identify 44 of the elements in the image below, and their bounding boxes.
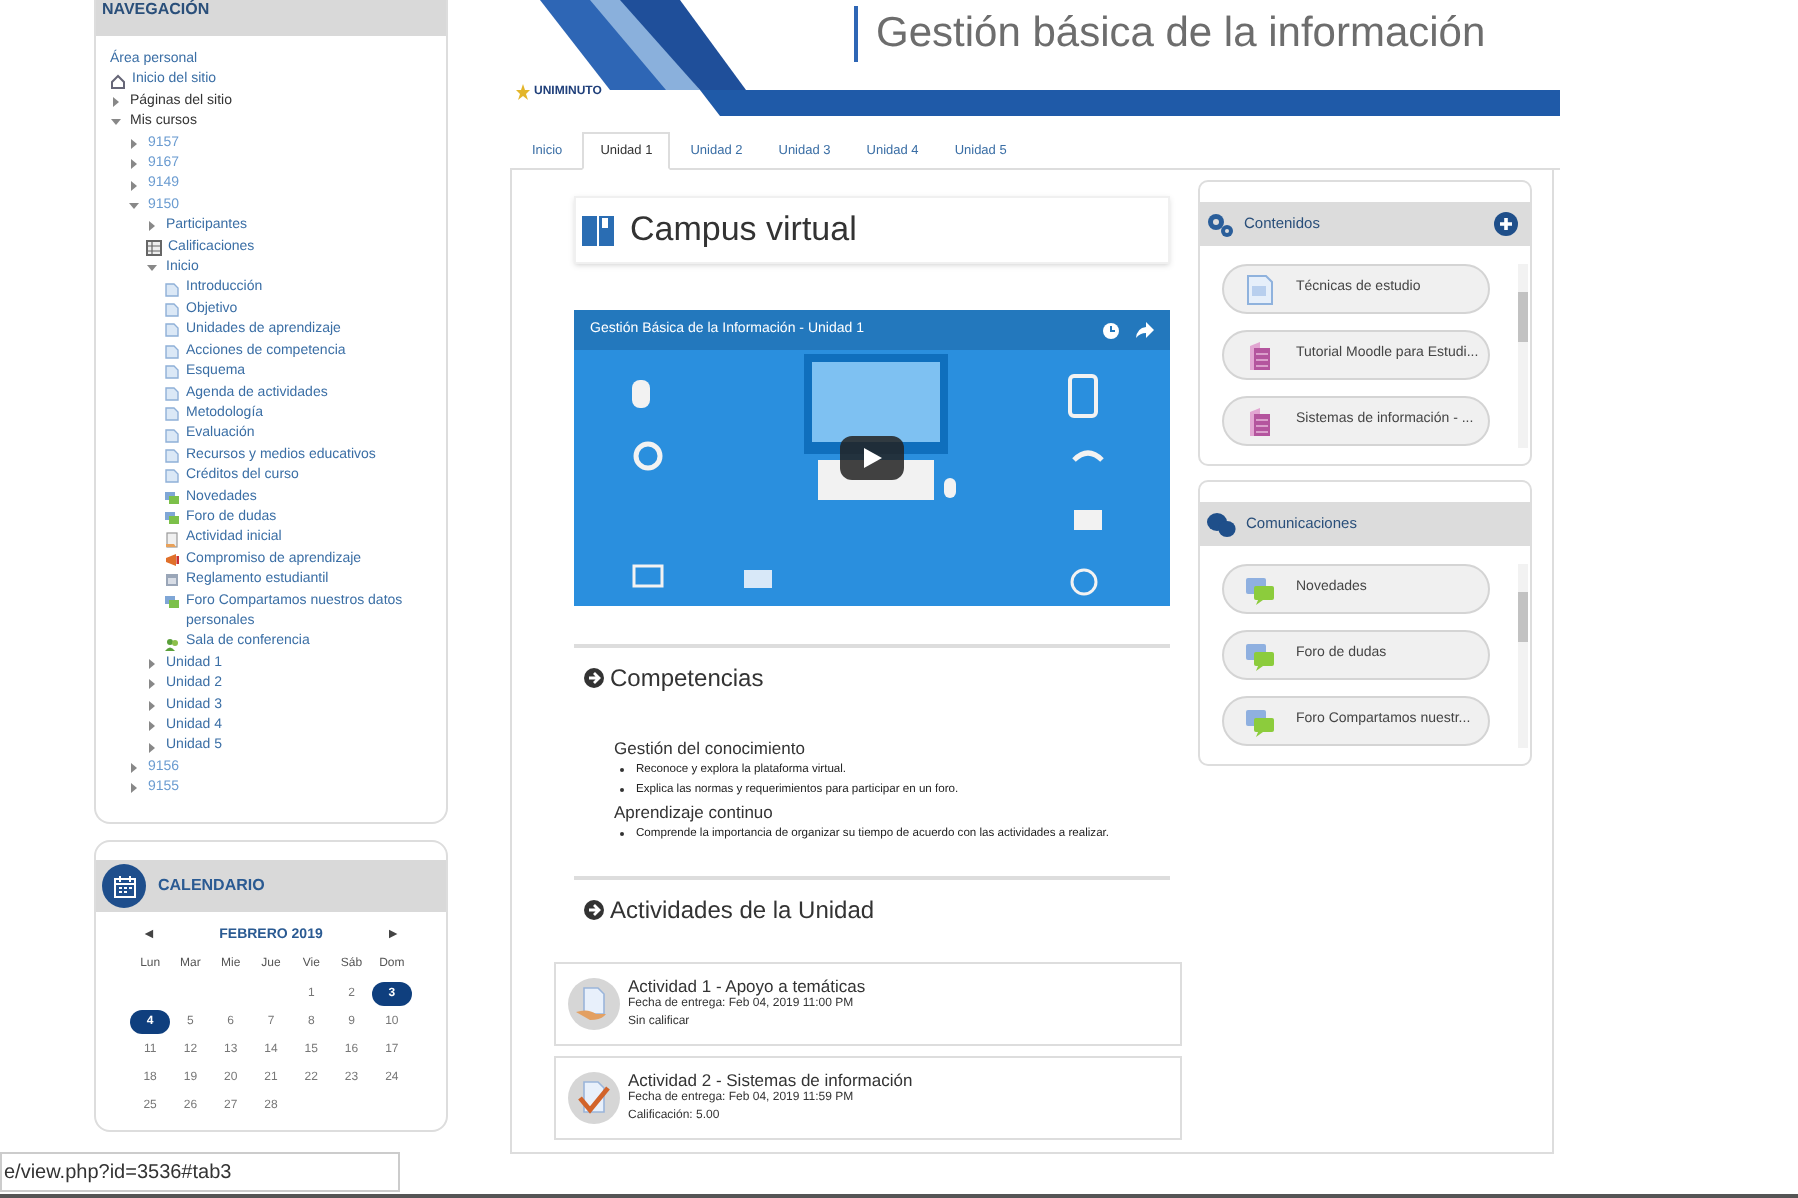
book-icon <box>582 215 614 245</box>
scrollbar[interactable] <box>1518 564 1528 748</box>
logo-icon <box>516 84 530 100</box>
checked-document-icon <box>568 1072 620 1124</box>
block-title: CALENDARIO <box>158 874 265 898</box>
document-hand-icon <box>568 978 620 1030</box>
gears-icon <box>1206 211 1234 237</box>
competency-title: Gestión del conocimiento <box>614 736 807 760</box>
speech-bubbles-icon <box>1206 511 1236 537</box>
section-heading: Actividades de la Unidad <box>610 894 875 928</box>
table-icon <box>146 239 162 256</box>
activity-title[interactable]: Actividad 2 - Sistemas de información <box>628 1070 913 1090</box>
arrow-circle-icon <box>584 900 604 920</box>
chat-icon <box>1244 573 1276 605</box>
document-icon <box>164 531 180 548</box>
section-heading: Competencias <box>610 662 764 696</box>
caret-down-icon[interactable] <box>128 200 140 213</box>
caret-right-icon[interactable] <box>110 96 122 108</box>
play-button-icon[interactable] <box>840 436 904 480</box>
caret-down-icon[interactable] <box>146 262 158 275</box>
activity-title[interactable]: Actividad 1 - Apoyo a temáticas <box>628 976 866 996</box>
caret-right-icon[interactable] <box>146 220 158 233</box>
status-url: e/view.php?id=3536#tab3 <box>4 1159 232 1187</box>
document-icon <box>1244 405 1276 437</box>
chat-icon <box>1244 639 1276 671</box>
document-icon <box>1244 339 1276 371</box>
chat-icon <box>1244 705 1276 737</box>
scrollbar[interactable] <box>1518 264 1528 448</box>
calendar-icon <box>102 864 146 908</box>
house-icon <box>110 73 126 90</box>
course-title: Gestión básica de la información <box>876 8 1486 60</box>
chat-icon <box>164 593 180 610</box>
arrow-circle-icon <box>584 668 604 688</box>
megaphone-icon <box>164 551 180 568</box>
share-icon[interactable] <box>1136 322 1154 338</box>
competency-title: Aprendizaje continuo <box>614 800 775 824</box>
caret-down-icon[interactable] <box>110 116 122 129</box>
file-icon <box>164 572 180 589</box>
people-icon <box>164 635 180 652</box>
clock-icon[interactable] <box>1102 321 1120 339</box>
page-icon <box>1244 273 1276 305</box>
add-button-icon[interactable] <box>1494 212 1518 236</box>
block-title: NAVEGACIÓN <box>102 0 210 18</box>
section-title: Campus virtual <box>630 208 857 253</box>
